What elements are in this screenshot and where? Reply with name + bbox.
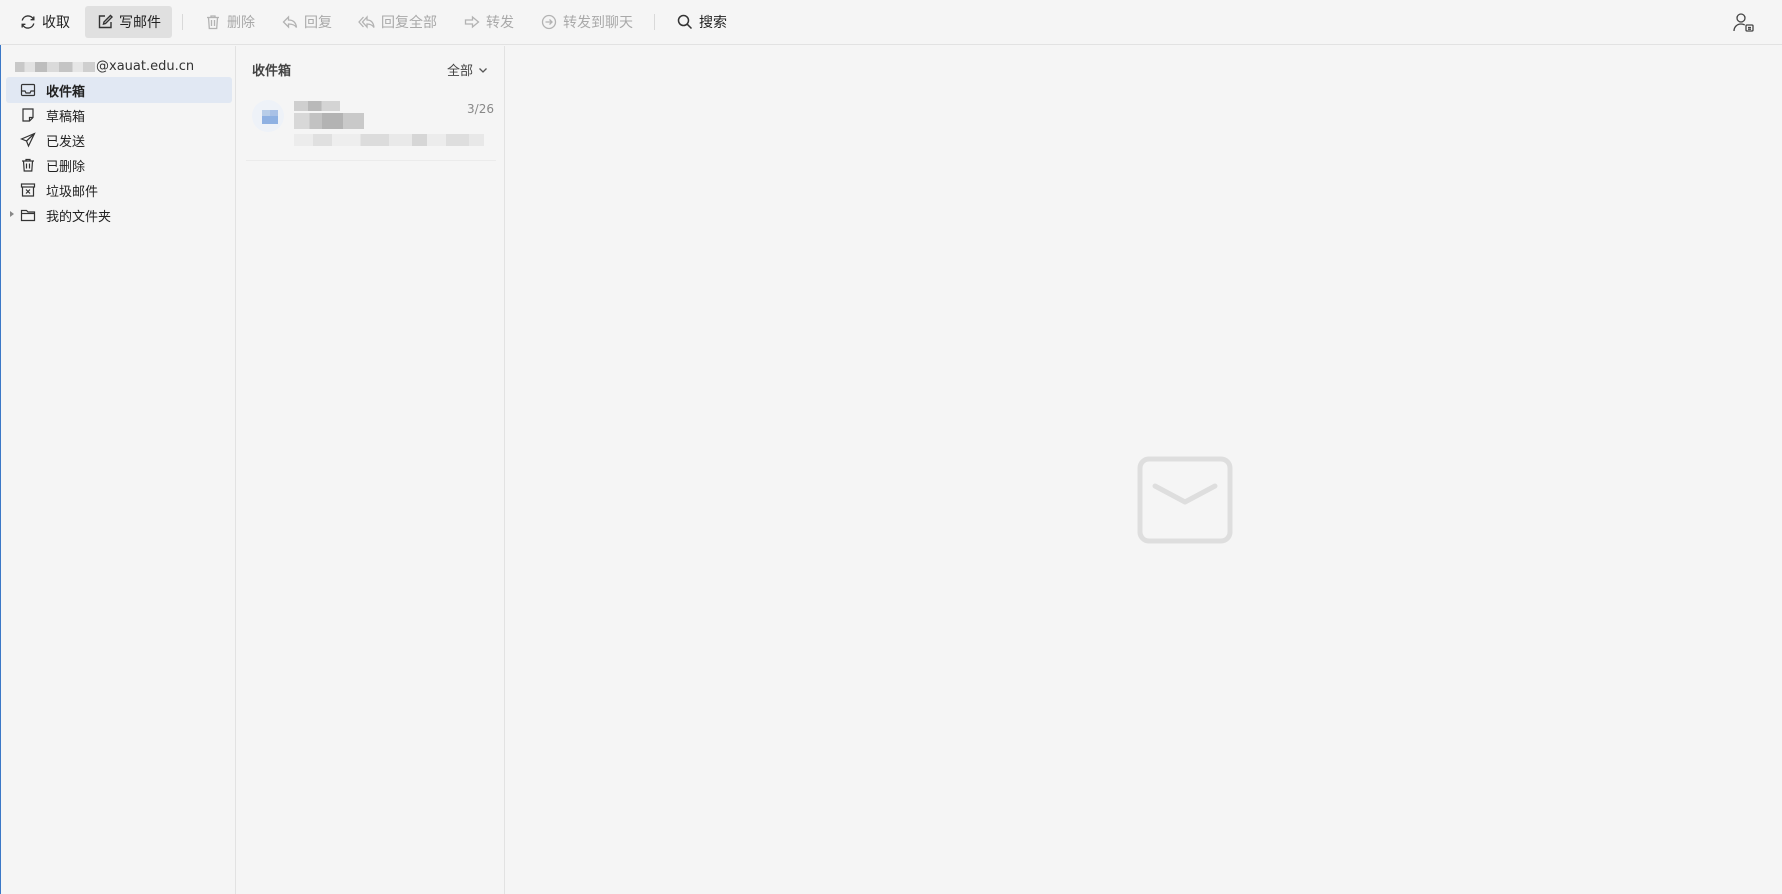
folder-label: 收件箱	[46, 84, 86, 100]
message-list-pane: 收件箱 全部 3/26	[236, 46, 505, 894]
spam-icon	[20, 183, 36, 197]
receive-label: 收取	[42, 15, 70, 31]
folder-label: 我的文件夹	[46, 209, 112, 225]
reply-all-label: 回复全部	[381, 15, 437, 31]
folder-inbox[interactable]: 收件箱	[6, 77, 232, 103]
redacted-username	[15, 61, 95, 72]
delete-button[interactable]: 删除	[193, 6, 266, 38]
compose-label: 写邮件	[119, 15, 161, 31]
empty-mail-icon	[1137, 456, 1233, 544]
contacts-icon[interactable]	[1732, 11, 1756, 35]
forward-icon	[464, 15, 480, 29]
folder-deleted[interactable]: 已删除	[6, 152, 232, 178]
folder-my-folders[interactable]: 我的文件夹	[6, 202, 232, 228]
folder-drafts[interactable]: 草稿箱	[6, 102, 232, 128]
search-button[interactable]: 搜索	[665, 6, 738, 38]
refresh-icon	[21, 15, 35, 29]
filter-dropdown[interactable]: 全部	[447, 60, 488, 79]
reply-icon	[282, 15, 298, 29]
redacted-sender	[294, 101, 340, 111]
forward-label: 转发	[486, 15, 514, 31]
send-icon	[20, 132, 36, 148]
reply-label: 回复	[304, 15, 332, 31]
redacted-preview	[294, 134, 484, 146]
chevron-down-icon	[479, 67, 487, 73]
trash-icon	[22, 158, 34, 172]
trash-icon	[207, 15, 219, 30]
toolbar-divider	[182, 14, 183, 30]
delete-label: 删除	[227, 15, 255, 31]
account-address: @xauat.edu.cn	[15, 59, 194, 74]
toolbar: 收取 写邮件 删除 回复 回复全部 转发 转发到聊天 搜索	[0, 0, 1782, 45]
folder-sidebar: @xauat.edu.cn 收件箱 草稿箱 已发送 已删除 垃圾邮件 我的文件夹	[1, 46, 236, 894]
folder-label: 垃圾邮件	[46, 184, 99, 200]
forward-to-chat-button[interactable]: 转发到聊天	[529, 6, 644, 38]
chat-forward-icon	[541, 14, 557, 30]
list-item[interactable]: 3/26	[246, 94, 496, 161]
folder-icon	[20, 209, 36, 222]
compose-button[interactable]: 写邮件	[85, 6, 172, 38]
drafts-icon	[22, 108, 34, 122]
list-title: 收件箱	[252, 64, 292, 79]
reply-button[interactable]: 回复	[270, 6, 343, 38]
inbox-icon	[20, 83, 36, 97]
message-date: 3/26	[467, 102, 494, 116]
folder-label: 已发送	[46, 134, 86, 150]
forward-button[interactable]: 转发	[452, 6, 525, 38]
filter-label: 全部	[446, 64, 473, 79]
avatar	[252, 100, 284, 132]
toolbar-divider	[654, 14, 655, 30]
compose-icon	[98, 14, 113, 29]
folder-label: 已删除	[46, 159, 86, 175]
receive-button[interactable]: 收取	[8, 6, 81, 38]
reading-pane	[505, 46, 1782, 894]
account-domain: @xauat.edu.cn	[96, 59, 195, 74]
search-label: 搜索	[699, 15, 727, 31]
search-icon	[677, 14, 693, 30]
forward-to-chat-label: 转发到聊天	[563, 15, 633, 31]
reply-all-button[interactable]: 回复全部	[347, 6, 448, 38]
expand-caret-icon[interactable]	[10, 211, 14, 217]
folder-label: 草稿箱	[46, 109, 86, 125]
reply-all-icon	[358, 15, 375, 29]
folder-spam[interactable]: 垃圾邮件	[6, 177, 232, 203]
redacted-subject	[294, 113, 364, 129]
folder-sent[interactable]: 已发送	[6, 127, 232, 153]
